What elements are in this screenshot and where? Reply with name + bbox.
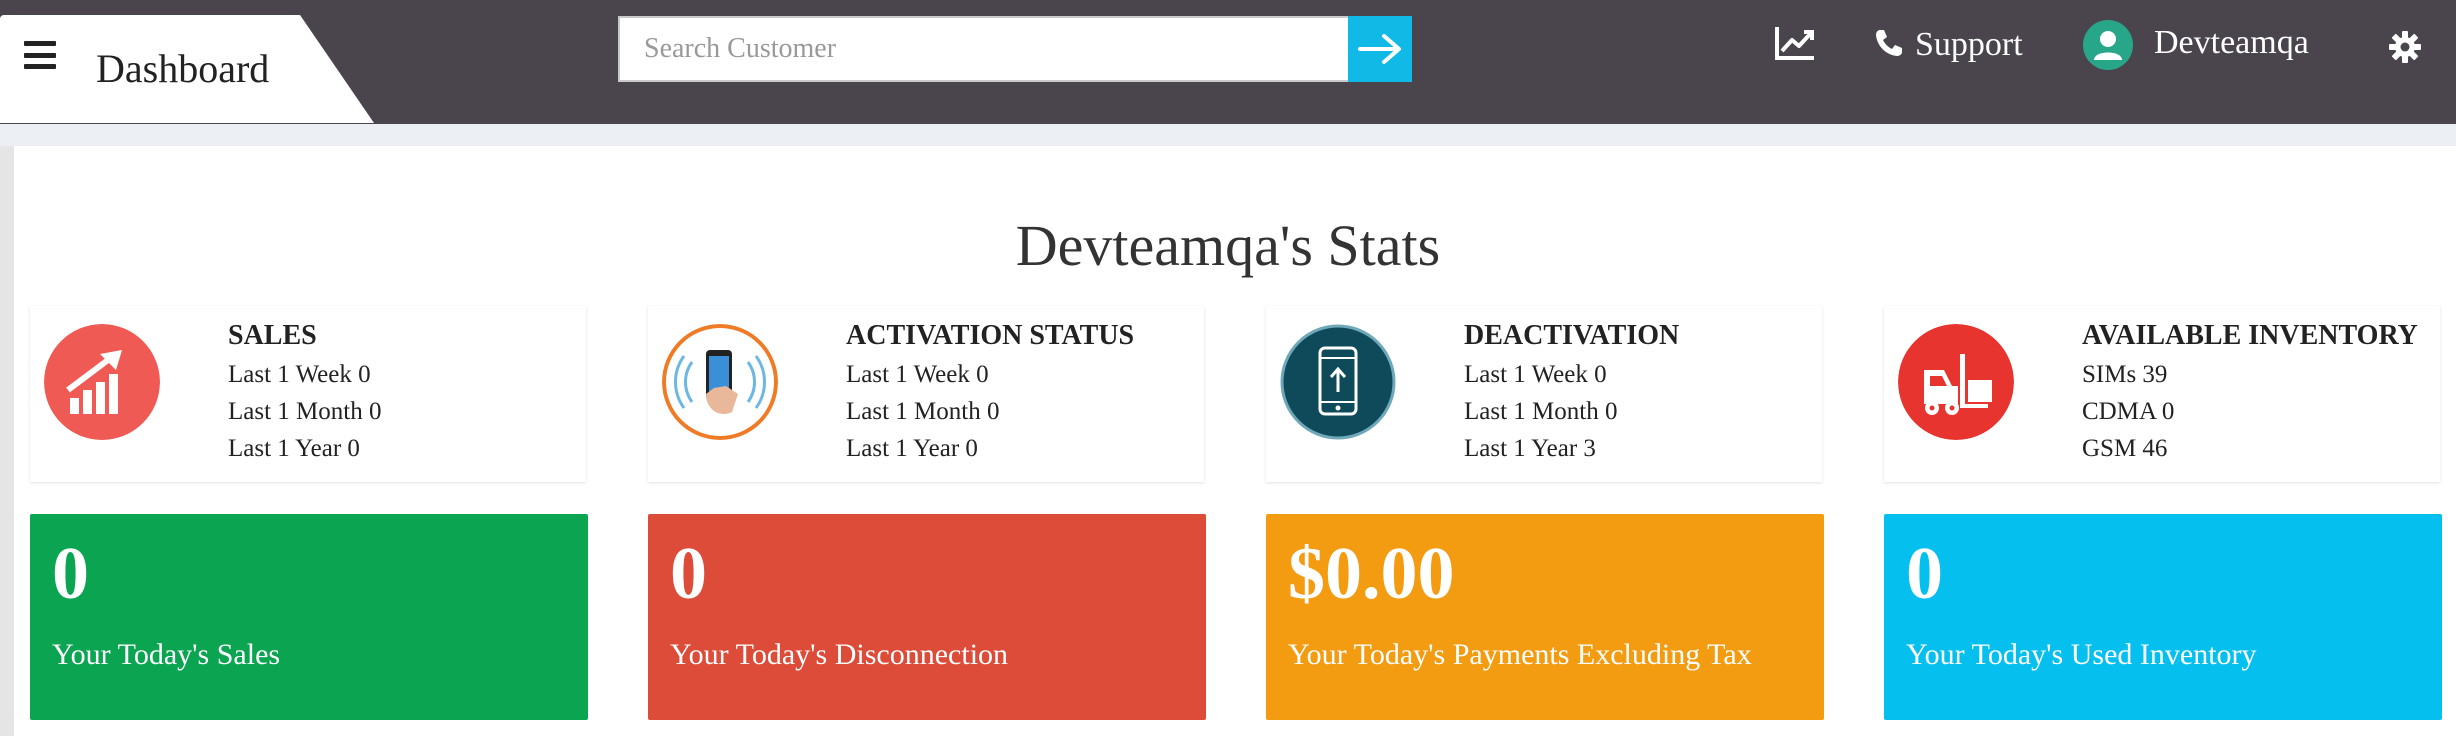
support-link[interactable]: Support (1915, 26, 2023, 64)
card-stat-line: SIMs 39 (2082, 361, 2168, 388)
card-stat-line: Last 1 Month 0 (228, 398, 382, 425)
gear-icon[interactable] (2388, 30, 2422, 64)
available-inventory-card: AVAILABLE INVENTORY SIMs 39 CDMA 0 GSM 4… (1884, 306, 2440, 482)
card-stat-line: Last 1 Week 0 (228, 361, 371, 388)
tile-label: Your Today's Sales (52, 638, 281, 671)
page-title: Dashboard (96, 46, 270, 91)
activation-status-card: ACTIVATION STATUS Last 1 Week 0 Last 1 M… (648, 306, 1204, 482)
card-stat-line: Last 1 Week 0 (1464, 361, 1607, 388)
today-payments-tile[interactable]: $0.00 Your Today's Payments Excluding Ta… (1266, 514, 1824, 720)
card-stat-line: CDMA 0 (2082, 398, 2175, 425)
search-box (618, 16, 1350, 82)
sales-chart-icon (44, 324, 160, 440)
arrow-right-icon (1358, 34, 1401, 64)
deactivation-card: DEACTIVATION Last 1 Week 0 Last 1 Month … (1266, 306, 1822, 482)
chart-line-icon[interactable] (1774, 24, 1816, 62)
tile-label: Your Today's Used Inventory (1906, 638, 2257, 671)
tile-value: 0 (52, 533, 89, 615)
today-used-inventory-tile[interactable]: 0 Your Today's Used Inventory (1884, 514, 2442, 720)
card-stat-line: GSM 46 (2082, 435, 2168, 462)
phone-icon (1876, 30, 1902, 56)
card-title: DEACTIVATION (1464, 320, 1680, 351)
forklift-icon (1898, 324, 2014, 440)
stats-title: Devteamqa's Stats (1015, 213, 1441, 278)
card-stat-line: Last 1 Month 0 (1464, 398, 1618, 425)
phone-activation-icon (662, 324, 778, 440)
card-stat-line: Last 1 Month 0 (846, 398, 1000, 425)
tile-value: $0.00 (1288, 533, 1455, 615)
user-icon (2094, 31, 2122, 60)
tile-value: 0 (1906, 533, 1943, 615)
phone-deactivation-icon (1280, 324, 1396, 440)
tile-label: Your Today's Payments Excluding Tax (1288, 638, 1752, 671)
search-customer-input[interactable] (620, 18, 1348, 80)
today-disconnection-tile[interactable]: 0 Your Today's Disconnection (648, 514, 1206, 720)
hamburger-menu-icon[interactable] (24, 41, 56, 69)
card-title: SALES (228, 320, 317, 351)
card-stat-line: Last 1 Year 3 (1464, 435, 1596, 462)
card-title: ACTIVATION STATUS (846, 320, 1135, 351)
today-sales-tile[interactable]: 0 Your Today's Sales (30, 514, 588, 720)
search-submit-button[interactable] (1348, 16, 1412, 82)
user-name[interactable]: Devteamqa (2154, 24, 2309, 62)
card-stat-line: Last 1 Year 0 (846, 435, 978, 462)
tile-value: 0 (670, 533, 707, 615)
tile-label: Your Today's Disconnection (670, 638, 1009, 671)
user-avatar[interactable] (2083, 20, 2133, 70)
sales-card: SALES Last 1 Week 0 Last 1 Month 0 Last … (30, 306, 586, 482)
card-stat-line: Last 1 Year 0 (228, 435, 360, 462)
card-title: AVAILABLE INVENTORY (2082, 320, 2418, 351)
card-stat-line: Last 1 Week 0 (846, 361, 989, 388)
